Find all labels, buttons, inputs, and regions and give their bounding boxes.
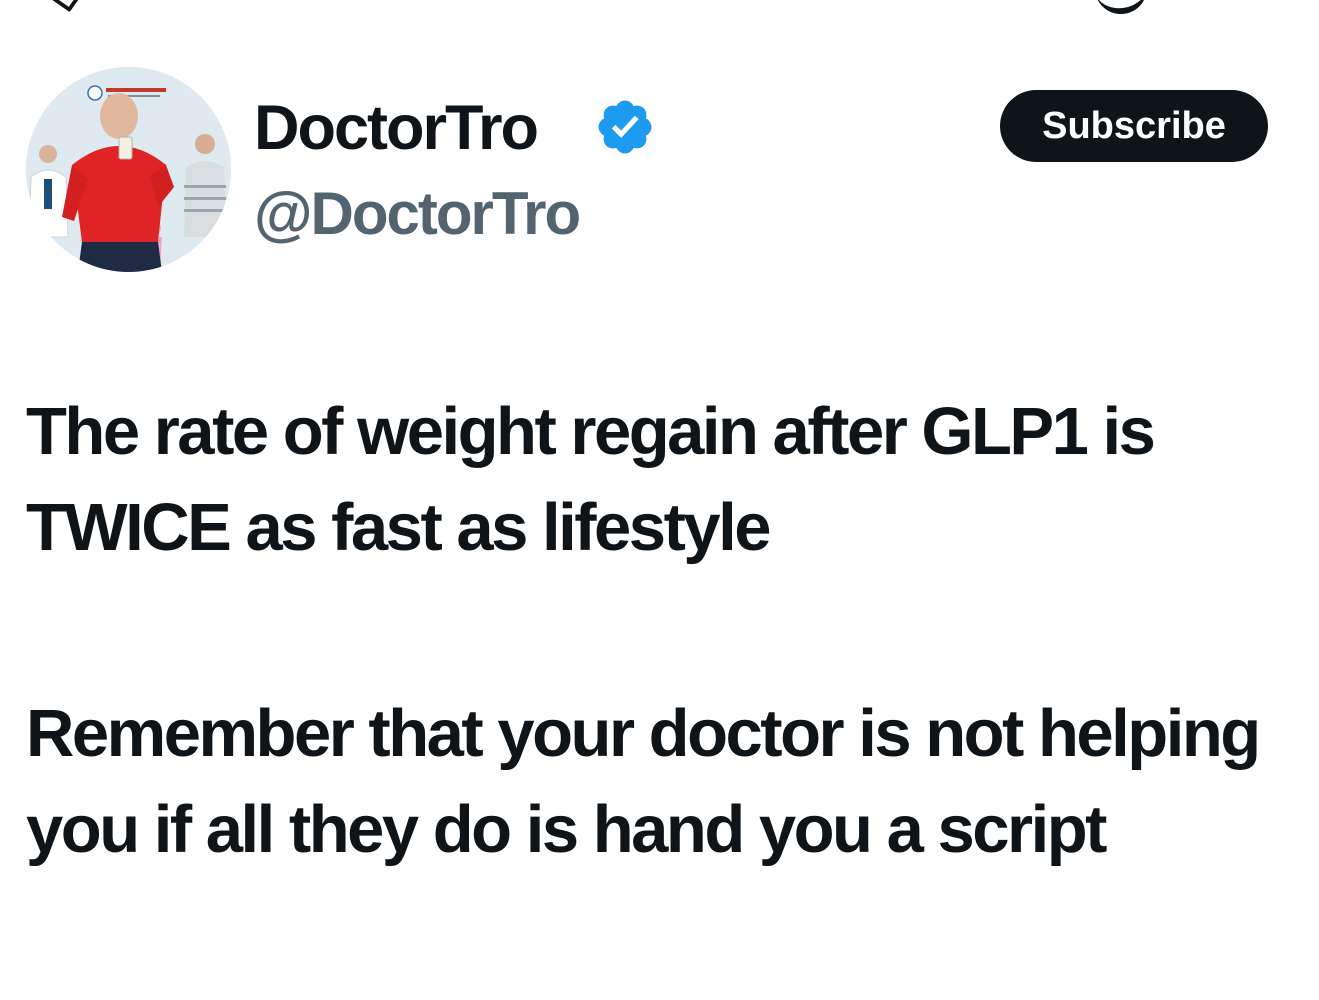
author-handle[interactable]: @DoctorTro [254, 178, 581, 250]
tweet-text: The rate of weight regain after GLP1 is … [26, 384, 1306, 878]
tweet-paragraph: Remember that your doctor is not helping… [26, 696, 1261, 867]
profile-photo-avatar[interactable] [26, 67, 231, 272]
tweet-paragraph: The rate of weight regain after GLP1 is … [26, 394, 1156, 565]
tweet-header: DoctorTro @DoctorTro Subscribe [0, 0, 1319, 300]
subscribe-button[interactable]: Subscribe [1000, 90, 1268, 162]
verified-badge-icon [598, 100, 652, 154]
author-display-name[interactable]: DoctorTro [254, 92, 539, 164]
